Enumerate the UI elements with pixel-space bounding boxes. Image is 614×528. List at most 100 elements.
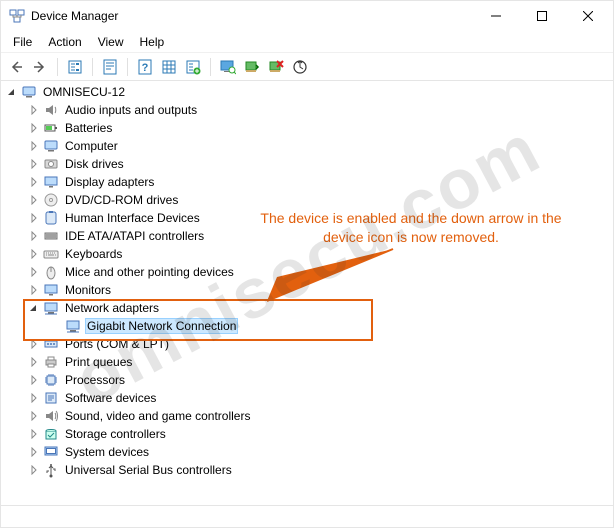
chevron-right-icon[interactable] (27, 247, 41, 261)
app-icon (9, 8, 25, 24)
toolbar-update-driver-button[interactable] (217, 56, 239, 78)
tree-row[interactable]: Batteries (1, 119, 613, 137)
tree-item-label: Monitors (63, 282, 113, 298)
toolbar-scan-button[interactable] (289, 56, 311, 78)
tree-item-label: Audio inputs and outputs (63, 102, 199, 118)
close-button[interactable] (565, 1, 611, 31)
tree-row[interactable]: DVD/CD-ROM drives (1, 191, 613, 209)
toolbar-help-button[interactable]: ? (134, 56, 156, 78)
chevron-right-icon[interactable] (27, 337, 41, 351)
hid-icon (43, 210, 59, 226)
tree-item-label: Display adapters (63, 174, 156, 190)
tree-row[interactable]: Disk drives (1, 155, 613, 173)
tree-view[interactable]: OMNISECU-12 Audio inputs and outputsBatte… (1, 81, 613, 505)
svg-text:?: ? (142, 62, 149, 74)
tree-item-label: Gigabit Network Connection (85, 318, 238, 334)
system-icon (43, 444, 59, 460)
menu-view[interactable]: View (90, 33, 132, 51)
tree-spacer (49, 319, 63, 333)
toolbar-separator (92, 58, 93, 76)
toolbar-view-mode-button[interactable] (158, 56, 180, 78)
maximize-button[interactable] (519, 1, 565, 31)
tree-row[interactable]: OMNISECU-12 (1, 83, 613, 101)
tree-item-label: Computer (63, 138, 120, 154)
tree-row[interactable]: Mice and other pointing devices (1, 263, 613, 281)
chevron-right-icon[interactable] (27, 193, 41, 207)
tree-row[interactable]: Universal Serial Bus controllers (1, 461, 613, 479)
toolbar-enable-button[interactable] (241, 56, 263, 78)
chevron-right-icon[interactable] (27, 373, 41, 387)
tree-row[interactable]: Gigabit Network Connection (1, 317, 613, 335)
chevron-right-icon[interactable] (27, 175, 41, 189)
audio-icon (43, 102, 59, 118)
network-icon (65, 318, 81, 334)
toolbar-properties-button[interactable] (99, 56, 121, 78)
tree-row[interactable]: Sound, video and game controllers (1, 407, 613, 425)
chevron-right-icon[interactable] (27, 355, 41, 369)
computer-icon (21, 84, 37, 100)
tree-item-label: DVD/CD-ROM drives (63, 192, 180, 208)
display-icon (43, 174, 59, 190)
tree-row[interactable]: Computer (1, 137, 613, 155)
chevron-down-icon[interactable] (27, 301, 41, 315)
cpu-icon (43, 372, 59, 388)
tree-row[interactable]: Keyboards (1, 245, 613, 263)
chevron-right-icon[interactable] (27, 103, 41, 117)
tree-row[interactable]: System devices (1, 443, 613, 461)
chevron-right-icon[interactable] (27, 211, 41, 225)
tree-item-label: IDE ATA/ATAPI controllers (63, 228, 206, 244)
tree-item-label: Disk drives (63, 156, 126, 172)
tree-item-label: Processors (63, 372, 127, 388)
tree-item-label: Sound, video and game controllers (63, 408, 252, 424)
toolbar-add-hardware-button[interactable] (182, 56, 204, 78)
tree-item-label: OMNISECU-12 (41, 84, 127, 100)
minimize-button[interactable] (473, 1, 519, 31)
chevron-down-icon[interactable] (5, 85, 19, 99)
chevron-right-icon[interactable] (27, 229, 41, 243)
tree-row[interactable]: Processors (1, 371, 613, 389)
tree-row[interactable]: Ports (COM & LPT) (1, 335, 613, 353)
toolbar-back-button[interactable] (5, 56, 27, 78)
tree-item-label: System devices (63, 444, 151, 460)
menu-help[interactable]: Help (132, 33, 173, 51)
storage-icon (43, 426, 59, 442)
toolbar-separator (127, 58, 128, 76)
menu-action[interactable]: Action (40, 33, 89, 51)
toolbar-separator (57, 58, 58, 76)
tree-row[interactable]: Display adapters (1, 173, 613, 191)
tree-row[interactable]: Network adapters (1, 299, 613, 317)
printer-icon (43, 354, 59, 370)
tree-row[interactable]: Audio inputs and outputs (1, 101, 613, 119)
toolbar-forward-button[interactable] (29, 56, 51, 78)
menu-file[interactable]: File (5, 33, 40, 51)
ide-icon (43, 228, 59, 244)
chevron-right-icon[interactable] (27, 409, 41, 423)
toolbar: ? (1, 53, 613, 81)
sound-icon (43, 408, 59, 424)
network-icon (43, 300, 59, 316)
chevron-right-icon[interactable] (27, 157, 41, 171)
chevron-right-icon[interactable] (27, 265, 41, 279)
tree-row[interactable]: Monitors (1, 281, 613, 299)
mouse-icon (43, 264, 59, 280)
tree-item-label: Print queues (63, 354, 134, 370)
tree-item-label: Ports (COM & LPT) (63, 336, 171, 352)
chevron-right-icon[interactable] (27, 445, 41, 459)
chevron-right-icon[interactable] (27, 391, 41, 405)
tree-row[interactable]: Storage controllers (1, 425, 613, 443)
toolbar-uninstall-button[interactable] (265, 56, 287, 78)
tree-item-label: Mice and other pointing devices (63, 264, 236, 280)
chevron-right-icon[interactable] (27, 427, 41, 441)
tree-item-label: Storage controllers (63, 426, 168, 442)
toolbar-show-hidden-button[interactable] (64, 56, 86, 78)
monitor-icon (43, 282, 59, 298)
tree-row[interactable]: Software devices (1, 389, 613, 407)
device-manager-window: Device Manager File Action View Help ? O… (0, 0, 614, 528)
chevron-right-icon[interactable] (27, 121, 41, 135)
tree-row[interactable]: Print queues (1, 353, 613, 371)
chevron-right-icon[interactable] (27, 463, 41, 477)
chevron-right-icon[interactable] (27, 283, 41, 297)
disc-icon (43, 192, 59, 208)
tree-item-label: Universal Serial Bus controllers (63, 462, 234, 478)
chevron-right-icon[interactable] (27, 139, 41, 153)
